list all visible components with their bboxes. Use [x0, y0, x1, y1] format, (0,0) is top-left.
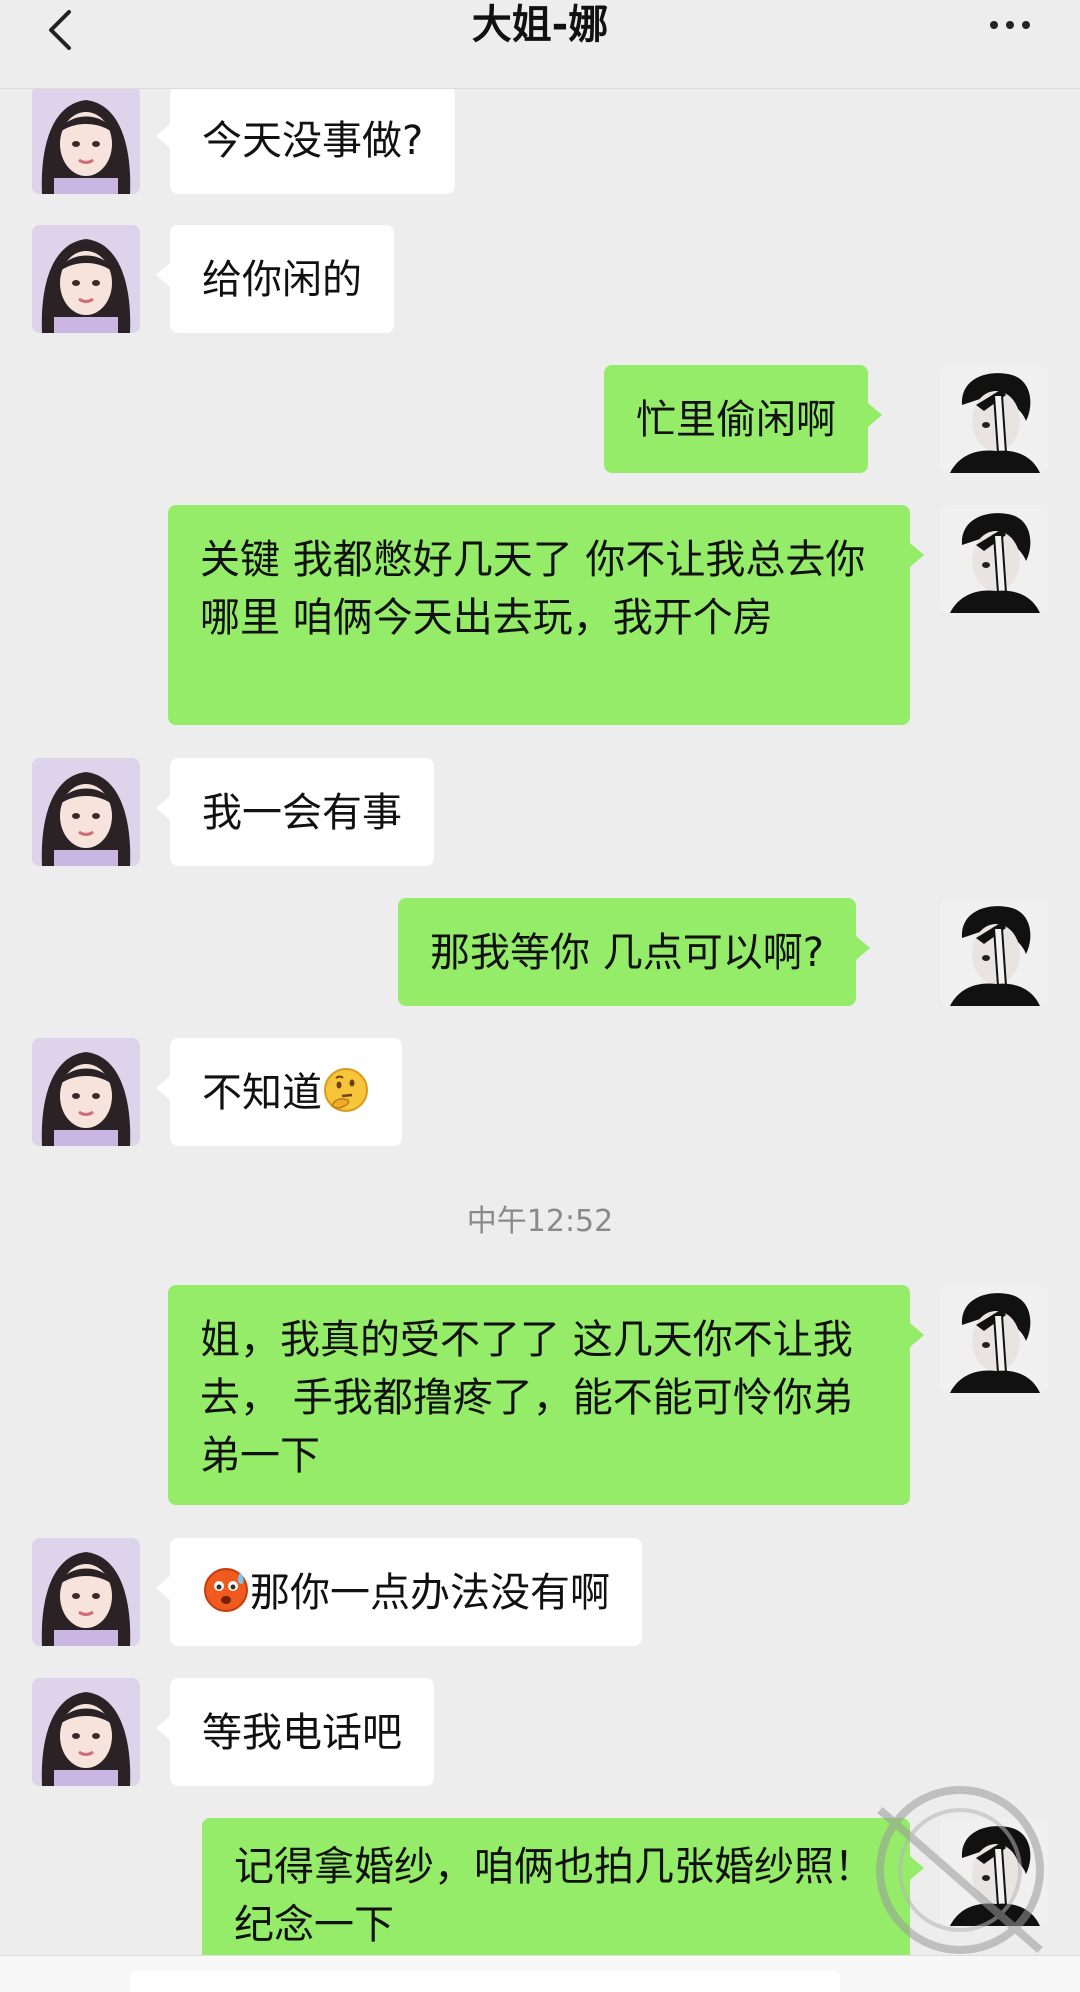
sent-message[interactable]: 姐，我真的受不了了 这几天你不让我去， 手我都撸疼了，能不能可怜你弟弟一下 — [168, 1285, 924, 1505]
message-text: 不知道 — [202, 1070, 322, 1116]
girl-avatar-icon — [32, 758, 140, 866]
girl-avatar-icon — [32, 1678, 140, 1786]
received-message[interactable]: 那你一点办法没有啊 — [156, 1538, 642, 1646]
received-message[interactable]: 不知道 — [156, 1038, 402, 1146]
boy-avatar-icon — [940, 1285, 1048, 1393]
chat-header: 大姐-娜 — [0, 0, 1080, 89]
contact-avatar[interactable] — [32, 225, 140, 333]
contact-avatar[interactable] — [32, 86, 140, 194]
message-text: 关键 我都憋好几天了 你不让我总去你哪里 咱俩今天出去玩，我开个房 — [200, 537, 866, 641]
my-avatar[interactable] — [940, 898, 1048, 1006]
contact-avatar[interactable] — [32, 758, 140, 866]
message-text: 姐，我真的受不了了 这几天你不让我去， 手我都撸疼了，能不能可怜你弟弟一下 — [200, 1317, 853, 1479]
boy-avatar-icon — [940, 365, 1048, 473]
boy-avatar-icon — [940, 505, 1048, 613]
chat-screen: 大姐-娜 今天没事做? 给你闲的 忙里偷闲啊 关键 我都憋好几天了 你不让我总去… — [0, 0, 1080, 1992]
input-bar — [0, 1955, 1080, 1992]
my-avatar[interactable] — [940, 365, 1048, 473]
watermark-stamp-icon — [876, 1786, 1044, 1954]
message-text: 今天没事做? — [202, 118, 424, 164]
girl-avatar-icon — [32, 1038, 140, 1146]
contact-avatar[interactable] — [32, 1538, 140, 1646]
contact-avatar[interactable] — [32, 1038, 140, 1146]
message-text: 记得拿婚纱，咱俩也拍几张婚纱照！纪念一下 — [234, 1844, 874, 1948]
chat-title: 大姐-娜 — [471, 2, 609, 48]
girl-avatar-icon — [32, 225, 140, 333]
more-dot — [1022, 21, 1030, 29]
message-text: 忙里偷闲啊 — [636, 397, 836, 443]
more-dots-icon — [990, 21, 998, 29]
sent-message[interactable]: 记得拿婚纱，咱俩也拍几张婚纱照！纪念一下 — [202, 1818, 924, 1968]
message-text: 等我电话吧 — [202, 1710, 402, 1756]
received-message[interactable]: 我一会有事 — [156, 758, 434, 866]
my-avatar[interactable] — [940, 1285, 1048, 1393]
sent-message[interactable]: 忙里偷闲啊 — [604, 365, 882, 473]
contact-avatar[interactable] — [32, 1678, 140, 1786]
message-timestamp: 中午12:52 — [466, 1204, 614, 1239]
message-text: 给你闲的 — [202, 257, 362, 303]
girl-avatar-icon — [32, 86, 140, 194]
received-message[interactable]: 今天没事做? — [155, 86, 456, 194]
message-input[interactable] — [130, 1970, 840, 1992]
message-text: 那我等你 几点可以啊? — [430, 930, 824, 976]
sent-message[interactable]: 关键 我都憋好几天了 你不让我总去你哪里 咱俩今天出去玩，我开个房 — [168, 505, 924, 725]
message-text: 那你一点办法没有啊 — [250, 1570, 610, 1616]
boy-avatar-icon — [940, 898, 1048, 1006]
message-text: 我一会有事 — [202, 790, 402, 836]
more-dot — [1006, 21, 1014, 29]
more-button[interactable] — [970, 0, 1050, 50]
received-message[interactable]: 给你闲的 — [156, 225, 394, 333]
received-message[interactable]: 等我电话吧 — [156, 1678, 434, 1786]
my-avatar[interactable] — [940, 505, 1048, 613]
girl-avatar-icon — [32, 1538, 140, 1646]
sweat-face-icon — [204, 1568, 248, 1612]
thinking-face-icon — [324, 1068, 368, 1112]
sent-message[interactable]: 那我等你 几点可以啊? — [398, 898, 870, 1006]
